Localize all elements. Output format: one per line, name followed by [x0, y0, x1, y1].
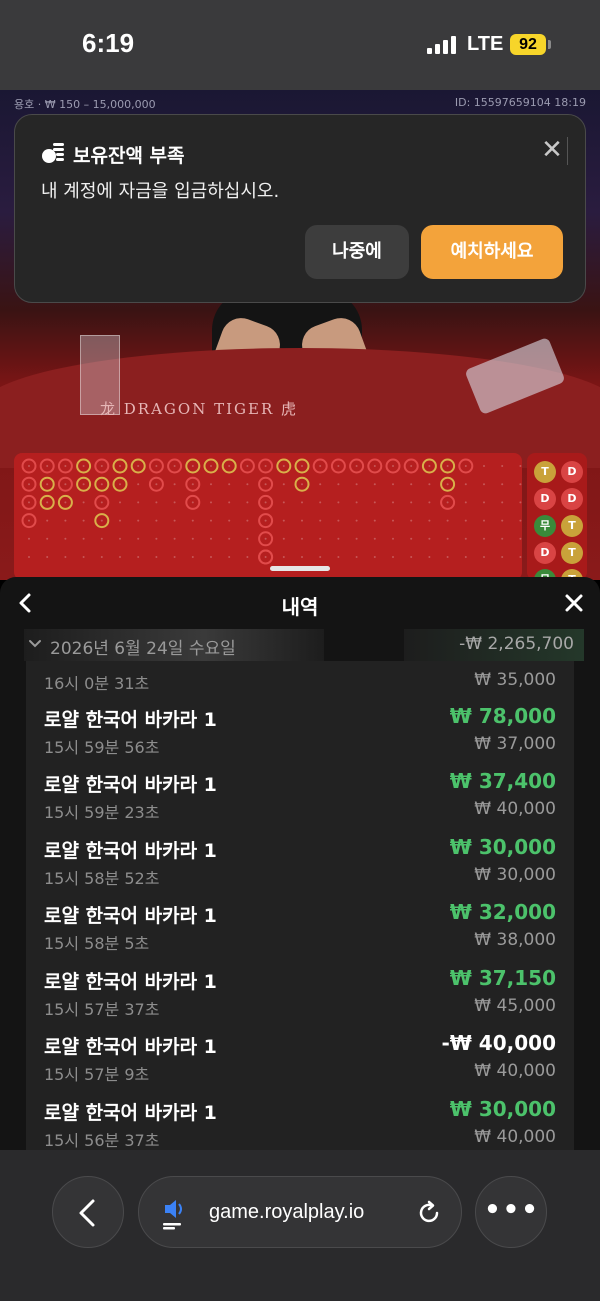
chevron-left-icon [79, 1199, 95, 1227]
round-id: ID: 15597659104 18:19 [454, 96, 586, 109]
row-game-name: 로얄 한국어 바카라 1 [44, 774, 217, 796]
side-road-chip: T [561, 542, 583, 564]
row-time: 15시 57분 9초 [44, 1065, 150, 1084]
toast-title: 보유잔액 부족 [73, 145, 185, 167]
side-road-chip: D [534, 542, 556, 564]
side-road[interactable]: TDDD무TDT무T [527, 453, 587, 580]
date-label-bg: 2026년 6월 24일 수요일 [24, 629, 324, 661]
toast-message: 내 계정에 자금을 입금하십시오. [41, 181, 280, 202]
list-item[interactable]: 로얄 한국어 바카라 1 15시 59분 23초 ₩ 37,400 ₩ 40,0… [26, 762, 574, 827]
row-bet: ₩ 38,000 [474, 930, 556, 950]
row-time: 15시 56분 37초 [44, 1131, 160, 1150]
row-bet: ₩ 37,000 [474, 734, 556, 754]
row-amount: ₩ 37,150 [449, 966, 556, 990]
clock: 6:19 [82, 28, 135, 58]
more-icon: ••• [484, 1195, 540, 1225]
row-time: 15시 58분 52초 [44, 869, 160, 888]
list-item[interactable]: 로얄 한국어 바카라 1 15시 58분 52초 ₩ 30,000 ₩ 30,0… [26, 828, 574, 893]
row-bet: ₩ 35,000 [474, 670, 556, 690]
row-game-name: 로얄 한국어 바카라 1 [44, 709, 217, 731]
list-item[interactable]: 로얄 한국어 바카라 1 15시 58분 5초 ₩ 32,000 ₩ 38,00… [26, 893, 574, 958]
row-bet: ₩ 40,000 [474, 1127, 556, 1147]
row-amount: ₩ 37,400 [449, 769, 556, 793]
side-road-chip: T [534, 461, 556, 483]
side-road-chip: D [561, 461, 583, 483]
battery-tip [548, 40, 551, 49]
url-text: game.royalplay.io [209, 1201, 365, 1223]
row-game-name: 로얄 한국어 바카라 1 [44, 971, 217, 993]
network-type: LTE [467, 33, 504, 55]
row-time: 15시 59분 56초 [44, 738, 160, 757]
close-icon[interactable]: ✕ [539, 137, 565, 163]
row-bet: ₩ 30,000 [474, 865, 556, 885]
browser-toolbar: game.royalplay.io ••• [0, 1150, 600, 1301]
day-total: -₩ 2,265,700 [459, 634, 574, 654]
list-item[interactable]: 로얄 한국어 바카라 1 15시 57분 37초 ₩ 37,150 ₩ 45,0… [26, 959, 574, 1024]
row-amount: ₩ 30,000 [449, 835, 556, 859]
side-road-chip: T [561, 515, 583, 537]
sheet-header: 내역 [0, 577, 600, 629]
row-time: 16시 0분 31초 [44, 674, 150, 693]
coins-icon [42, 143, 64, 163]
speaker-icon[interactable] [161, 1195, 189, 1231]
address-bar[interactable]: game.royalplay.io [138, 1176, 462, 1248]
row-amount: -₩ 40,000 [441, 1031, 556, 1055]
row-bet: ₩ 45,000 [474, 996, 556, 1016]
day-total-bg: -₩ 2,265,700 [404, 629, 584, 661]
row-bet: ₩ 40,000 [474, 1061, 556, 1081]
side-road-chip: D [561, 488, 583, 510]
history-sheet: 내역 2026년 6월 24일 수요일 -₩ 2,265,700 16시 0분 … [0, 577, 600, 1150]
row-time: 15시 58분 5초 [44, 934, 150, 953]
status-bar: 6:19 LTE 92 [0, 0, 600, 90]
table-title: 龙 DRAGON TIGER 虎 [100, 400, 299, 418]
browser-back-button[interactable] [52, 1176, 124, 1248]
insufficient-balance-toast: 보유잔액 부족 내 계정에 자금을 입금하십시오. ✕ 나중에 예치하세요 [14, 114, 586, 303]
deposit-button[interactable]: 예치하세요 [421, 225, 563, 279]
list-item[interactable]: 로얄 한국어 바카라 1 15시 56분 37초 ₩ 30,000 ₩ 40,0… [26, 1090, 574, 1150]
row-time: 15시 57분 37초 [44, 1000, 160, 1019]
side-road-chip: 무 [534, 515, 556, 537]
date-group-header[interactable]: 2026년 6월 24일 수요일 -₩ 2,265,700 [24, 629, 584, 661]
list-item[interactable]: 로얄 한국어 바카라 1 15시 57분 9초 -₩ 40,000 ₩ 40,0… [26, 1024, 574, 1089]
bet-limits: 용호 · ₩ 150 – 15,000,000 [14, 98, 156, 111]
more-options-button[interactable]: ••• [475, 1176, 547, 1248]
big-road[interactable] [14, 453, 522, 580]
row-bet: ₩ 40,000 [474, 799, 556, 819]
row-amount: ₩ 32,000 [449, 900, 556, 924]
row-game-name: 로얄 한국어 바카라 1 [44, 905, 217, 927]
battery-icon: 92 [510, 34, 546, 55]
row-amount: ₩ 78,000 [449, 704, 556, 728]
side-road-chip: D [534, 488, 556, 510]
list-item[interactable]: 로얄 한국어 바카라 1 15시 59분 56초 ₩ 78,000 ₩ 37,0… [26, 697, 574, 762]
later-button[interactable]: 나중에 [305, 225, 409, 279]
date-label: 2026년 6월 24일 수요일 [50, 639, 236, 659]
row-game-name: 로얄 한국어 바카라 1 [44, 1102, 217, 1124]
signal-icon [427, 36, 457, 54]
history-list[interactable]: 16시 0분 31초 ₩ 35,000 로얄 한국어 바카라 1 15시 59분… [26, 661, 574, 1150]
divider [567, 137, 568, 165]
sheet-title: 내역 [281, 595, 319, 619]
row-time: 15시 59분 23초 [44, 803, 160, 822]
list-item[interactable]: 16시 0분 31초 ₩ 35,000 [26, 661, 574, 698]
sheet-drag-handle[interactable] [270, 566, 330, 571]
chevron-down-icon [29, 640, 41, 648]
row-game-name: 로얄 한국어 바카라 1 [44, 840, 217, 862]
row-game-name: 로얄 한국어 바카라 1 [44, 1036, 217, 1058]
close-icon[interactable] [560, 589, 588, 617]
big-road-grid [21, 458, 522, 565]
reload-icon[interactable] [415, 1199, 443, 1227]
row-amount: ₩ 30,000 [449, 1097, 556, 1121]
